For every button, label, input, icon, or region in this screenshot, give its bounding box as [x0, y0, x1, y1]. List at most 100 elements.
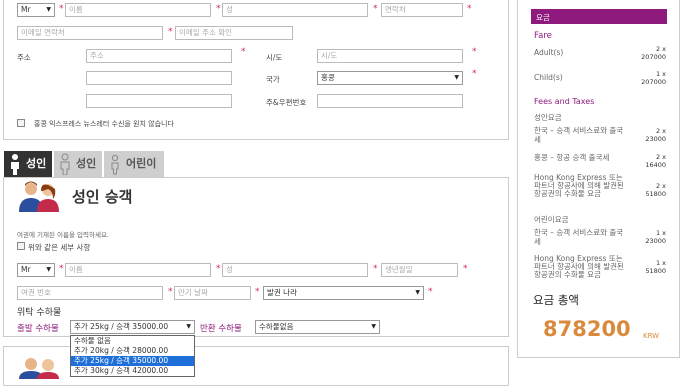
fare-row-amount: 2 x 207000 — [641, 45, 666, 61]
fee-row-value: 51800 — [645, 267, 666, 275]
required-marker: * — [241, 47, 246, 57]
fee-row-name: Hong Kong Express 또는 파트너 항공사에 의해 발권된 항공권… — [534, 255, 624, 279]
city-label: 시/도 — [266, 53, 283, 62]
contact-title-select[interactable]: Mr ▼ — [17, 3, 55, 17]
fare-row-count: 2 x — [655, 45, 666, 53]
passenger-title-value: Mr — [21, 265, 31, 274]
adult-fee-row: Hong Kong Express 또는 파트너 항공사에 의해 발권된 항공권… — [534, 174, 666, 208]
fee-row-count: 2 x — [655, 153, 666, 161]
passenger-heading: 성인 승객 — [72, 188, 133, 206]
depart-baggage-value: 추가 25kg / 승객 35000.00 — [74, 322, 169, 331]
depart-baggage-select[interactable]: 추가 25kg / 승객 35000.00 ▼ — [70, 320, 195, 334]
total-currency: KRW — [643, 332, 660, 340]
passport-expiry-input[interactable]: 만기 날짜 — [174, 286, 251, 300]
contact-last-name-input[interactable]: 성 — [222, 3, 368, 17]
issuing-country-value: 발권 나라 — [267, 288, 297, 297]
baggage-option[interactable]: 수하물 없음 — [71, 336, 194, 346]
person-icon — [11, 154, 19, 175]
country-select[interactable]: 홍콩 ▼ — [317, 71, 463, 85]
required-marker: * — [467, 4, 472, 14]
fare-row-value: 207000 — [641, 53, 666, 61]
required-marker: * — [463, 264, 468, 274]
contact-first-name-input[interactable]: 이름 — [65, 3, 211, 17]
return-baggage-label: 반환 수하물 — [200, 324, 242, 334]
required-marker: * — [168, 287, 173, 297]
depart-baggage-options: 수하물 없음 추가 20kg / 승객 28000.00 추가 25kg / 승… — [70, 335, 195, 377]
baggage-option[interactable]: 추가 30kg / 승객 42000.00 — [71, 366, 194, 376]
person-icon — [60, 153, 70, 175]
summary-header-label: 요금 — [536, 13, 550, 22]
baggage-title: 위탁 수하물 — [17, 308, 62, 318]
fee-row-amount: 2 x 23000 — [645, 127, 666, 143]
city-input[interactable]: 시/도 — [317, 49, 463, 63]
baggage-option[interactable]: 추가 20kg / 승객 28000.00 — [71, 346, 194, 356]
passenger-instruction: 여권에 기재된 이름을 입력하세요. — [17, 231, 109, 239]
fee-row-value: 51800 — [645, 190, 666, 198]
tab-adult-1[interactable]: 성인 1 — [4, 151, 52, 196]
fee-row-value: 16400 — [645, 161, 666, 169]
newsletter-checkbox[interactable] — [17, 119, 25, 127]
passengers-avatar-icon — [19, 181, 59, 212]
fare-row-child: Child(s) 1 x 207000 — [534, 70, 666, 86]
fee-row-count: 2 x — [655, 182, 666, 190]
fee-row-name: 한국 – 승객 서비스료와 출국세 — [534, 126, 624, 144]
required-marker: * — [428, 287, 433, 297]
passenger-first-name-input[interactable]: 이름 — [65, 263, 211, 277]
required-marker: * — [216, 264, 221, 274]
fee-row-amount: 2 x 16400 — [645, 153, 666, 169]
fare-row-value: 207000 — [641, 78, 666, 86]
adult-fee-row: 홍콩 – 항공 승객 출국세 2 x 16400 — [534, 153, 666, 169]
same-details-label: 위와 같은 세부 사항 — [28, 243, 91, 252]
adult-fee-row: 한국 – 승객 서비스료와 출국세 2 x 23000 — [534, 126, 666, 144]
adult-fee-title: 성인요금 — [534, 113, 562, 122]
contact-phone-input[interactable]: 연락처 — [381, 3, 463, 17]
fee-row-name: 한국 – 승객 서비스료와 출국세 — [534, 228, 624, 246]
passenger-last-name-input[interactable]: 성 — [222, 263, 368, 277]
return-baggage-value: 수하물없음 — [259, 322, 294, 331]
total-label: 요금 총액 — [533, 293, 579, 307]
child-fee-row: 한국 – 승객 서비스료와 출국세 1 x 23000 — [534, 228, 666, 246]
fee-row-name: 홍콩 – 항공 승객 출국세 — [534, 153, 610, 162]
return-baggage-select[interactable]: 수하물없음 ▼ — [255, 320, 380, 334]
fee-row-value: 23000 — [645, 135, 666, 143]
child-fee-title: 어린이요금 — [534, 215, 569, 224]
contact-email-input[interactable]: 이메일 연락처 — [17, 26, 163, 40]
tab-child-1[interactable]: 어린이 1 — [104, 151, 164, 196]
required-marker: * — [373, 264, 378, 274]
fee-row-amount: 1 x 23000 — [645, 229, 666, 245]
fee-row-count: 1 x — [655, 259, 666, 267]
required-marker: * — [472, 47, 477, 57]
chevron-down-icon: ▼ — [415, 289, 420, 296]
issuing-country-select[interactable]: 발권 나라 ▼ — [263, 286, 424, 300]
same-details-checkbox[interactable] — [17, 242, 25, 250]
tab-adult-2[interactable]: 성인 2 — [54, 151, 102, 196]
person-icon — [111, 154, 119, 175]
passenger-title-select[interactable]: Mr ▼ — [17, 263, 55, 277]
fare-row-name: Child(s) — [534, 73, 563, 82]
passport-number-input[interactable]: 여권 번호 — [17, 286, 163, 300]
depart-baggage-label: 출발 수하물 — [17, 324, 59, 334]
passenger-birthdate-input[interactable]: 생년월일 — [381, 263, 458, 277]
required-marker: * — [373, 4, 378, 14]
chevron-down-icon: ▼ — [186, 323, 191, 330]
fee-row-count: 2 x — [655, 127, 666, 135]
country-value: 홍콩 — [321, 73, 335, 82]
fee-row-amount: 2 x 51800 — [645, 182, 666, 198]
contact-title-value: Mr — [21, 5, 31, 14]
total-value: 878200 — [543, 317, 631, 341]
taxes-title: Fees and Taxes — [534, 97, 595, 106]
address-input-1[interactable]: 주소 — [86, 49, 232, 63]
chevron-down-icon: ▼ — [371, 323, 376, 330]
chevron-down-icon: ▼ — [454, 74, 459, 81]
chevron-down-icon: ▼ — [46, 266, 51, 273]
address-input-3[interactable] — [86, 94, 232, 108]
required-marker: * — [59, 264, 64, 274]
contact-email-confirm-input[interactable]: 이메일 주소 확인 — [175, 26, 293, 40]
fee-row-value: 23000 — [645, 237, 666, 245]
fare-row-count: 1 x — [655, 70, 666, 78]
address-input-2[interactable] — [86, 71, 232, 85]
zip-label: 주&우편번호 — [266, 98, 307, 107]
newsletter-label: 홍콩 익스프레스 뉴스레터 수신을 원치 않습니다 — [34, 120, 174, 128]
baggage-option-selected[interactable]: 추가 25kg / 승객 35000.00 — [71, 356, 194, 366]
zip-input[interactable] — [317, 94, 463, 108]
